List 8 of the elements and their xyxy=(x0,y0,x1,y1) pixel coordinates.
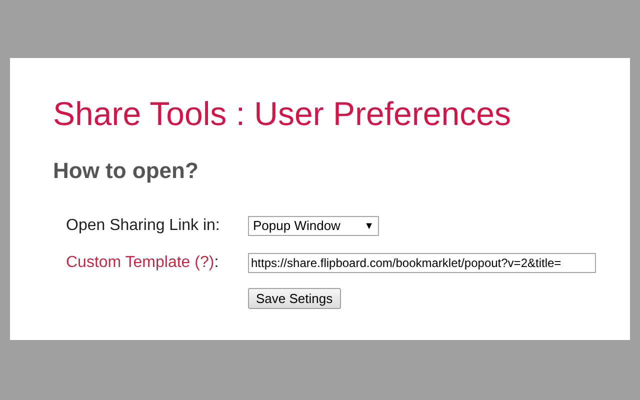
save-button[interactable]: Save Setings xyxy=(248,288,341,309)
section-heading: How to open? xyxy=(53,157,198,185)
page-title: Share Tools : User Preferences xyxy=(53,94,511,134)
open-in-dropdown[interactable]: Popup Window ▼ xyxy=(248,216,379,236)
colon-text: : xyxy=(214,253,219,273)
custom-template-link[interactable]: Custom Template (?) xyxy=(66,251,214,275)
template-field[interactable]: https://share.flipboard.com/bookmarklet/popout?v=2&title= xyxy=(248,253,596,273)
field-label: Open Sharing Link in: xyxy=(66,216,220,236)
